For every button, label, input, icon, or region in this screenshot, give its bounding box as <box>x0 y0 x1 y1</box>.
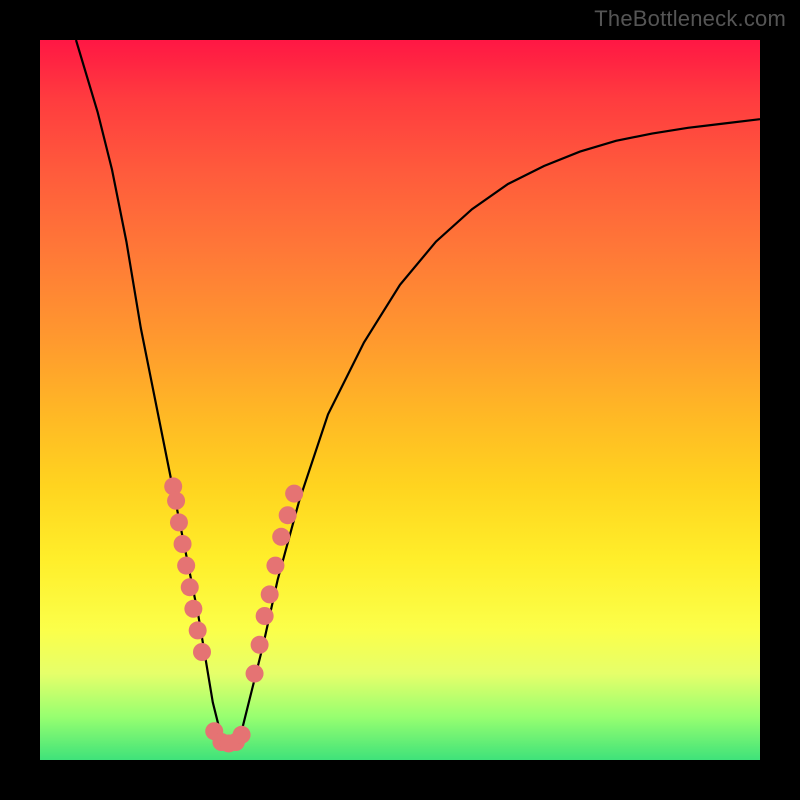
marker-dot <box>193 643 211 661</box>
marker-dot <box>261 585 279 603</box>
marker-dot <box>174 535 192 553</box>
chart-panel <box>40 40 760 760</box>
marker-dot <box>279 506 297 524</box>
marker-dot <box>266 557 284 575</box>
marker-dot <box>184 600 202 618</box>
marker-dot <box>256 607 274 625</box>
marker-dot <box>170 513 188 531</box>
marker-dot <box>167 492 185 510</box>
marker-dot <box>285 485 303 503</box>
marker-dot <box>177 557 195 575</box>
marker-dot <box>227 733 245 751</box>
marker-dot <box>220 734 238 752</box>
watermark-text: TheBottleneck.com <box>594 6 786 32</box>
marker-dot <box>233 726 251 744</box>
marker-dot <box>272 528 290 546</box>
chart-svg <box>40 40 760 760</box>
marker-dot <box>189 621 207 639</box>
marker-dot <box>246 665 264 683</box>
marker-dot <box>181 578 199 596</box>
marker-dot <box>164 477 182 495</box>
marker-dot <box>205 722 223 740</box>
markers-group <box>164 477 303 752</box>
marker-dot <box>212 733 230 751</box>
chart-frame: TheBottleneck.com <box>0 0 800 800</box>
marker-dot <box>251 636 269 654</box>
bottleneck-curve <box>76 40 760 746</box>
